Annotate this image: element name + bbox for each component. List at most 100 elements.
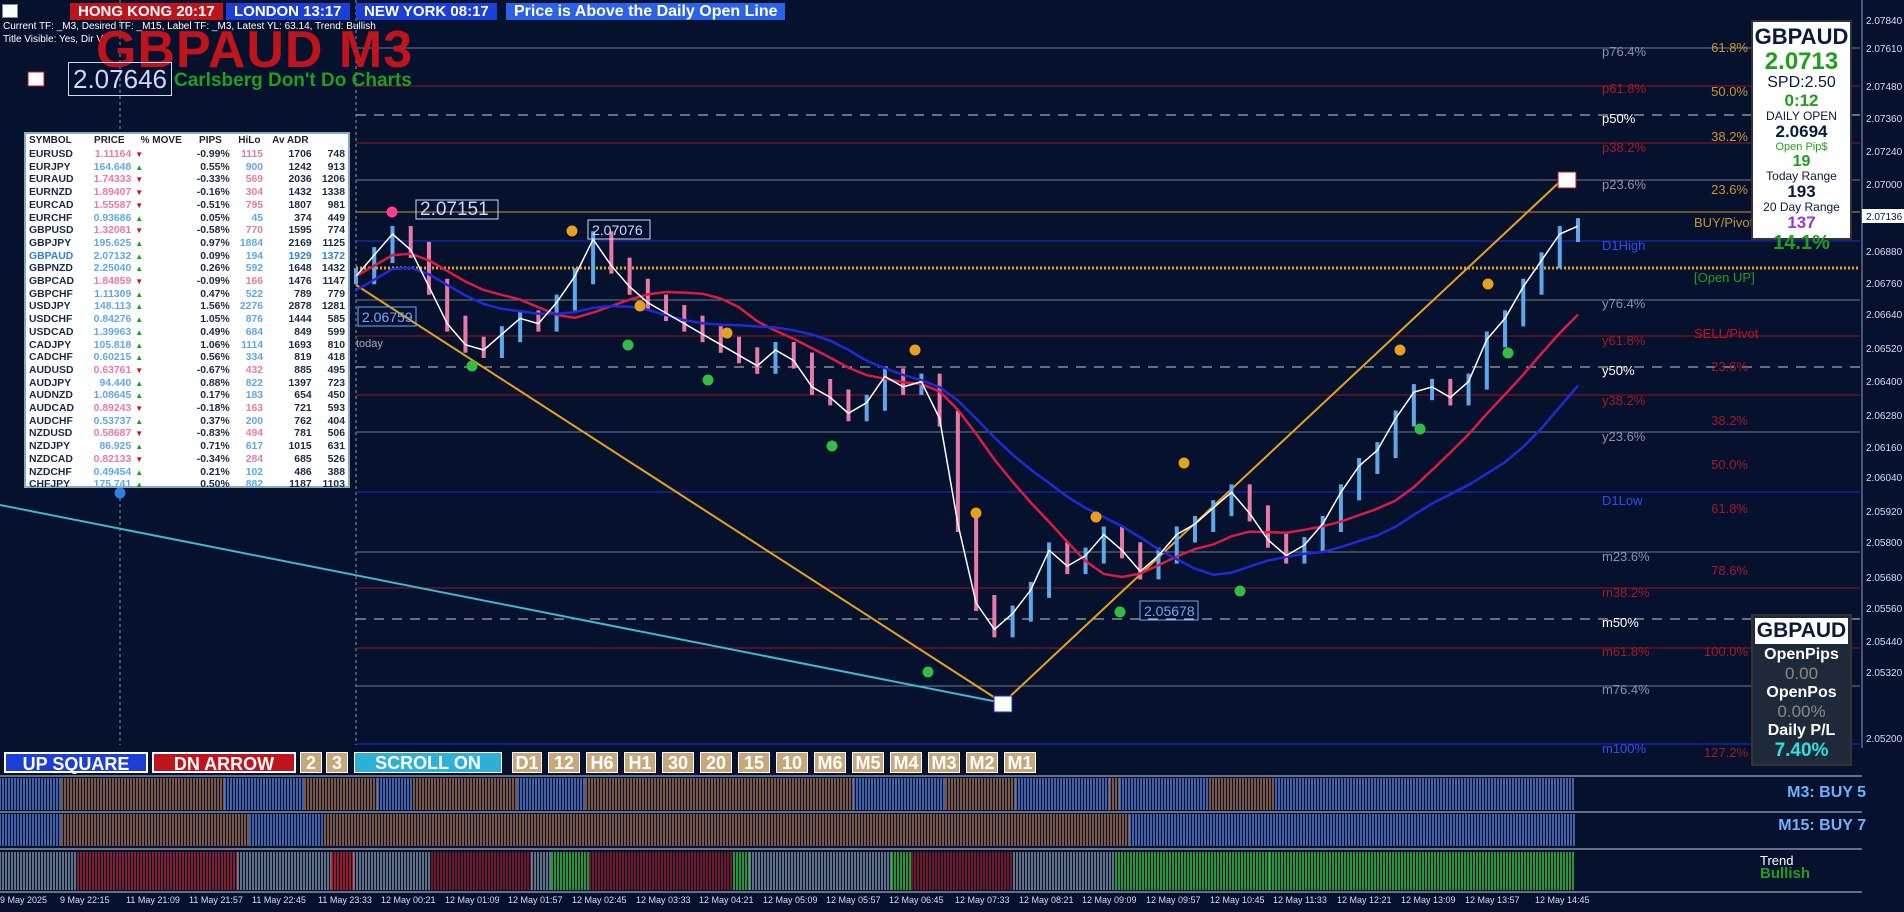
up-arrow-icon: ▲ bbox=[135, 162, 144, 172]
wl-row[interactable]: EURUSD 1.11164 ▼ -0.99% 1115 1706 748 bbox=[26, 149, 348, 162]
wl-adr: 810 bbox=[327, 339, 345, 351]
wl-row[interactable]: EURCHF 0.93686 ▲ 0.05% 45 374 449 bbox=[26, 213, 348, 226]
timeframe-button-30[interactable]: 30 bbox=[662, 752, 694, 773]
swing-dot-icon bbox=[970, 507, 982, 519]
wl-adr: 599 bbox=[327, 326, 345, 338]
price-tick-label: 2.07480 bbox=[1866, 82, 1903, 93]
wl-price: 1.74333 bbox=[93, 174, 132, 186]
wl-hilo: 885 bbox=[294, 364, 312, 376]
wl-row[interactable]: NZDCHF 0.49454 ▲ 0.21% 102 486 388 bbox=[26, 467, 348, 480]
wl-row[interactable]: GBPNZD 2.25040 ▲ 0.26% 592 1648 1432 bbox=[26, 263, 348, 276]
wl-adr: 1432 bbox=[321, 263, 345, 275]
wl-row[interactable]: AUDJPY 94.440 ▲ 0.88% 822 1397 723 bbox=[26, 378, 348, 391]
up-square-button[interactable]: UP SQUARE bbox=[4, 752, 148, 774]
wl-price: 148.113 bbox=[94, 301, 132, 313]
trend-value: Bullish bbox=[1760, 865, 1811, 882]
time-tick-label: 12 May 04:21 bbox=[699, 895, 754, 905]
info-line-2: Title Visible: Yes, Dir V bbox=[3, 34, 104, 45]
down-arrow-icon: ▼ bbox=[135, 188, 144, 198]
timeframe-button-12[interactable]: 12 bbox=[548, 752, 580, 773]
wl-adr: 585 bbox=[327, 314, 345, 326]
timeframe-button-m3[interactable]: M3 bbox=[928, 752, 960, 773]
timeframe-button-m4[interactable]: M4 bbox=[890, 752, 922, 773]
price-tick-label: 2.07360 bbox=[1866, 114, 1903, 125]
fib-percent-label: 38.2% bbox=[1711, 413, 1748, 428]
fib-label: p50% bbox=[1602, 111, 1636, 126]
wl-row[interactable]: EURNZD 1.89407 ▼ -0.16% 304 1432 1338 bbox=[26, 187, 348, 200]
timeframe-button-m2[interactable]: M2 bbox=[966, 752, 998, 773]
wl-row[interactable]: GBPUSD 1.32081 ▼ -0.58% 770 1595 774 bbox=[26, 225, 348, 238]
down-arrow-icon: ▼ bbox=[135, 429, 144, 439]
wl-row[interactable]: CHFJPY 175.741 ▲ 0.50% 882 1187 1103 bbox=[26, 479, 348, 492]
trend-strip-segment bbox=[531, 852, 551, 890]
timeframe-button-15[interactable]: 15 bbox=[738, 752, 770, 773]
wl-sym: GBPNZD bbox=[29, 263, 73, 275]
wl-move: 0.49% bbox=[200, 326, 230, 338]
dn-arrow-button[interactable]: DN ARROW bbox=[152, 752, 296, 774]
wl-row[interactable]: GBPAUD 2.07132 ▲ 0.09% 194 1929 1372 bbox=[26, 251, 348, 264]
time-tick-label: 12 May 09:09 bbox=[1082, 895, 1137, 905]
wl-hilo: 1693 bbox=[288, 339, 312, 351]
wl-row[interactable]: AUDNZD 1.08645 ▲ 0.17% 183 654 450 bbox=[26, 390, 348, 403]
wl-row[interactable]: NZDCAD 0.82133 ▼ -0.34% 284 685 526 bbox=[26, 454, 348, 467]
wl-pips: 284 bbox=[245, 453, 264, 465]
scroll-on-button[interactable]: SCROLL ON bbox=[354, 752, 502, 773]
wl-adr: 1125 bbox=[322, 237, 345, 249]
clock-2: NEW YORK 08:17 bbox=[356, 3, 497, 20]
time-tick-label: 12 May 03:33 bbox=[636, 895, 691, 905]
wl-row[interactable]: AUDCAD 0.89243 ▼ -0.18% 163 721 593 bbox=[26, 403, 348, 416]
wl-move: 0.50% bbox=[200, 479, 230, 491]
wl-hilo: 2036 bbox=[288, 174, 312, 186]
wl-row[interactable]: EURAUD 1.74333 ▼ -0.33% 569 2036 1206 bbox=[26, 174, 348, 187]
button-3[interactable]: 3 bbox=[326, 752, 348, 773]
timeframe-button-h6[interactable]: H6 bbox=[586, 752, 618, 773]
wl-sym: GBPAUD bbox=[29, 250, 74, 262]
wl-row[interactable]: GBPCAD 1.84859 ▼ -0.09% 166 1476 1147 bbox=[26, 276, 348, 289]
fib-percent-label: 78.6% bbox=[1711, 563, 1748, 578]
wl-row[interactable]: GBPCHF 1.11309 ▲ 0.47% 522 789 779 bbox=[26, 289, 348, 302]
time-tick-label: 12 May 05:09 bbox=[763, 895, 818, 905]
timeframe-button-d1[interactable]: D1 bbox=[512, 752, 542, 773]
wl-move: -0.18% bbox=[196, 403, 230, 415]
swing-dot-icon bbox=[566, 225, 578, 237]
swing-dot-icon bbox=[909, 344, 921, 356]
wl-row[interactable]: CADCHF 0.60215 ▲ 0.56% 334 819 418 bbox=[26, 352, 348, 365]
wl-row[interactable]: CADJPY 105.818 ▲ 1.06% 1114 1693 810 bbox=[26, 340, 348, 353]
fib-percent-label: 61.8% bbox=[1711, 501, 1748, 516]
down-arrow-icon: ▼ bbox=[135, 175, 144, 185]
price-tick-label: 2.06400 bbox=[1866, 377, 1903, 388]
timeframe-button-h1[interactable]: H1 bbox=[624, 752, 656, 773]
wl-row[interactable]: AUDCHF 0.53737 ▲ 0.37% 200 762 404 bbox=[26, 416, 348, 429]
wl-adr: 495 bbox=[327, 364, 345, 376]
wl-row[interactable]: GBPJPY 195.625 ▲ 0.97% 1884 2169 1125 bbox=[26, 238, 348, 251]
wl-price: 0.58687 bbox=[93, 428, 132, 440]
wl-price: 164.648 bbox=[93, 161, 132, 173]
chart-menu-icon[interactable] bbox=[2, 4, 18, 18]
time-tick-label: 9 May 2025 bbox=[0, 895, 47, 905]
wl-row[interactable]: NZDUSD 0.58687 ▼ -0.83% 494 781 506 bbox=[26, 428, 348, 441]
wl-adr: 1147 bbox=[322, 276, 345, 288]
wl-price: 0.84276 bbox=[93, 314, 132, 326]
timeframe-button-10[interactable]: 10 bbox=[776, 752, 808, 773]
wl-adr: 404 bbox=[327, 415, 345, 427]
wl-row[interactable]: USDCHF 0.84276 ▲ 1.05% 876 1444 585 bbox=[26, 314, 348, 327]
wl-hilo: 654 bbox=[294, 390, 312, 402]
up-arrow-icon: ▲ bbox=[135, 340, 144, 350]
wl-row[interactable]: EURJPY 164.648 ▲ 0.55% 900 1242 913 bbox=[26, 162, 348, 175]
timeframe-button-m6[interactable]: M6 bbox=[814, 752, 846, 773]
info-symbol: GBPAUD bbox=[1754, 24, 1849, 49]
swing-dot-icon bbox=[1482, 278, 1494, 290]
timeframe-button-m1[interactable]: M1 bbox=[1004, 752, 1036, 773]
time-tick-label: 12 May 06:45 bbox=[889, 895, 944, 905]
wl-row[interactable]: USDJPY 148.113 ▲ 1.56% 2276 2878 1281 bbox=[26, 301, 348, 314]
timeframe-button-20[interactable]: 20 bbox=[700, 752, 732, 773]
wl-row[interactable]: AUDUSD 0.63761 ▼ -0.67% 432 885 495 bbox=[26, 365, 348, 378]
trend-strip-segment bbox=[551, 852, 589, 890]
wl-row[interactable]: EURCAD 1.55587 ▼ -0.51% 795 1807 981 bbox=[26, 200, 348, 213]
button-2[interactable]: 2 bbox=[300, 752, 322, 773]
time-tick-label: 12 May 01:57 bbox=[508, 895, 563, 905]
price-tick-label: 2.05320 bbox=[1866, 668, 1903, 679]
wl-row[interactable]: USDCAD 1.39963 ▲ 0.49% 684 849 599 bbox=[26, 327, 348, 340]
timeframe-button-m5[interactable]: M5 bbox=[852, 752, 884, 773]
wl-row[interactable]: NZDJPY 86.925 ▲ 0.71% 617 1015 631 bbox=[26, 441, 348, 454]
